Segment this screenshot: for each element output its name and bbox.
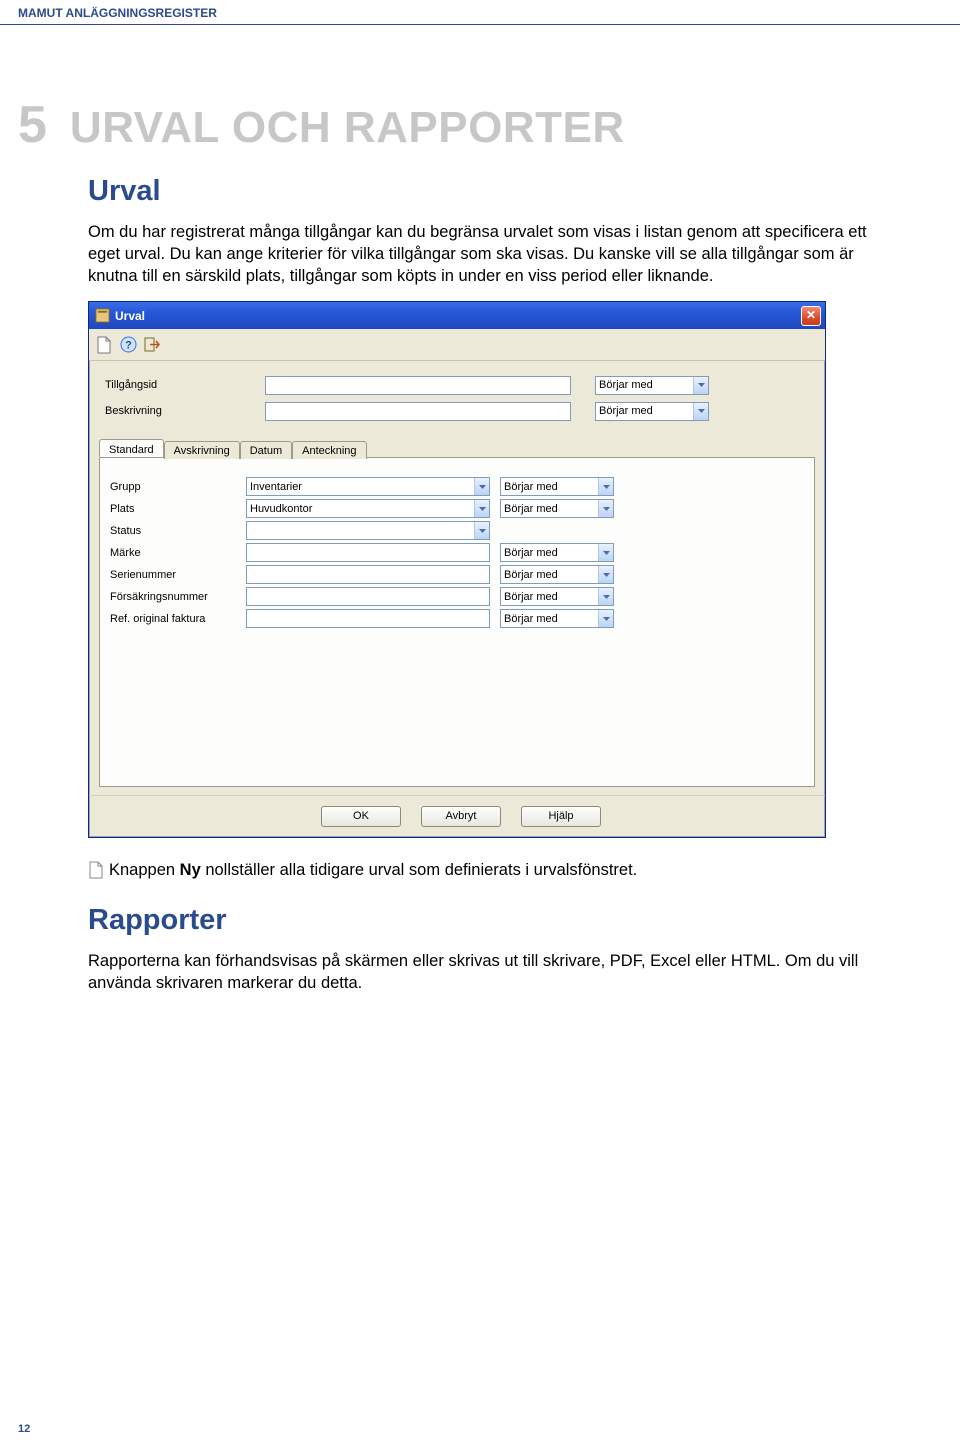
cancel-button[interactable]: Avbryt bbox=[421, 806, 501, 827]
value-combo[interactable] bbox=[246, 521, 490, 540]
field-label: Plats bbox=[110, 503, 246, 515]
rapporter-paragraph: Rapporterna kan förhandsvisas på skärmen… bbox=[88, 951, 868, 995]
label-tillgangsid: Tillgångsid bbox=[105, 379, 265, 391]
svg-text:?: ? bbox=[125, 340, 132, 352]
combo-text: Börjar med bbox=[501, 613, 598, 625]
field-label: Status bbox=[110, 525, 246, 537]
help-button[interactable]: Hjälp bbox=[521, 806, 601, 827]
page-number: 12 bbox=[18, 1423, 30, 1435]
tab-anteckning[interactable]: Anteckning bbox=[292, 441, 366, 459]
std-row: Försäkringsnummer Börjar med bbox=[110, 586, 804, 607]
value-input[interactable] bbox=[246, 565, 490, 584]
op-combo[interactable]: Börjar med bbox=[500, 587, 614, 606]
chevron-down-icon bbox=[474, 522, 489, 539]
input-tillgangsid[interactable] bbox=[265, 376, 571, 395]
exit-icon[interactable] bbox=[143, 336, 161, 354]
op-combo[interactable]: Börjar med bbox=[500, 609, 614, 628]
combo-text: Huvudkontor bbox=[247, 503, 474, 515]
label-beskrivning: Beskrivning bbox=[105, 405, 265, 417]
op-combo-tillgangsid[interactable]: Börjar med bbox=[595, 376, 709, 395]
ok-button[interactable]: OK bbox=[321, 806, 401, 827]
chapter-number: 5 bbox=[18, 95, 48, 155]
section-heading-rapporter: Rapporter bbox=[88, 904, 868, 937]
chevron-down-icon bbox=[474, 478, 489, 495]
chevron-down-icon bbox=[598, 588, 613, 605]
op-combo-beskrivning[interactable]: Börjar med bbox=[595, 402, 709, 421]
chevron-down-icon bbox=[474, 500, 489, 517]
note-pre: Knappen bbox=[109, 861, 180, 879]
note-bold: Ny bbox=[180, 861, 201, 879]
app-icon bbox=[95, 308, 110, 323]
op-combo[interactable]: Börjar med bbox=[500, 565, 614, 584]
field-label: Försäkringsnummer bbox=[110, 591, 246, 603]
value-input[interactable] bbox=[246, 609, 490, 628]
op-combo[interactable]: Börjar med bbox=[500, 477, 614, 496]
value-input[interactable] bbox=[246, 543, 490, 562]
combo-text: Börjar med bbox=[501, 547, 598, 559]
value-combo[interactable]: Huvudkontor bbox=[246, 499, 490, 518]
op-text: Börjar med bbox=[596, 405, 693, 417]
std-row: Status bbox=[110, 520, 804, 541]
field-label: Ref. original faktura bbox=[110, 613, 246, 625]
page-header: MAMUT ANLÄGGNINGSREGISTER bbox=[0, 0, 960, 25]
std-row: Märke Börjar med bbox=[110, 542, 804, 563]
input-beskrivning[interactable] bbox=[265, 402, 571, 421]
titlebar: Urval ✕ bbox=[89, 302, 825, 329]
urval-window: Urval ✕ ? Tillgångsid Börjar med bbox=[88, 301, 826, 838]
note-text: Knappen Ny nollställer alla tidigare urv… bbox=[109, 860, 637, 881]
tab-datum[interactable]: Datum bbox=[240, 441, 292, 459]
chevron-down-icon bbox=[693, 403, 708, 420]
help-icon[interactable]: ? bbox=[119, 336, 137, 354]
value-combo[interactable]: Inventarier bbox=[246, 477, 490, 496]
field-label: Grupp bbox=[110, 481, 246, 493]
tab-standard[interactable]: Standard bbox=[99, 439, 164, 457]
chevron-down-icon bbox=[598, 478, 613, 495]
new-icon[interactable] bbox=[95, 336, 113, 354]
window-title: Urval bbox=[115, 309, 801, 323]
combo-text: Inventarier bbox=[247, 481, 474, 493]
field-label: Serienummer bbox=[110, 569, 246, 581]
combo-text: Börjar med bbox=[501, 591, 598, 603]
new-doc-icon bbox=[88, 861, 105, 880]
op-combo[interactable]: Börjar med bbox=[500, 543, 614, 562]
value-input[interactable] bbox=[246, 587, 490, 606]
std-row: PlatsHuvudkontor Börjar med bbox=[110, 498, 804, 519]
field-label: Märke bbox=[110, 547, 246, 559]
chevron-down-icon bbox=[598, 544, 613, 561]
toolbar: ? bbox=[89, 329, 825, 361]
note-post: nollställer alla tidigare urval som defi… bbox=[201, 861, 638, 879]
urval-paragraph: Om du har registrerat många tillgångar k… bbox=[88, 222, 868, 287]
combo-text: Börjar med bbox=[501, 481, 598, 493]
std-row: Ref. original faktura Börjar med bbox=[110, 608, 804, 629]
combo-text: Börjar med bbox=[501, 503, 598, 515]
std-row: Serienummer Börjar med bbox=[110, 564, 804, 585]
tab-avskrivning[interactable]: Avskrivning bbox=[164, 441, 240, 459]
op-combo[interactable]: Börjar med bbox=[500, 499, 614, 518]
section-heading-urval: Urval bbox=[88, 175, 868, 208]
combo-text: Börjar med bbox=[501, 569, 598, 581]
std-row: GruppInventarier Börjar med bbox=[110, 476, 804, 497]
close-icon[interactable]: ✕ bbox=[801, 306, 821, 326]
chevron-down-icon bbox=[598, 610, 613, 627]
chevron-down-icon bbox=[598, 566, 613, 583]
chevron-down-icon bbox=[693, 377, 708, 394]
chevron-down-icon bbox=[598, 500, 613, 517]
standard-panel: GruppInventarierBörjar medPlatsHuvudkont… bbox=[99, 457, 815, 787]
chapter-title: URVAL OCH RAPPORTER bbox=[70, 103, 625, 153]
op-text: Börjar med bbox=[596, 379, 693, 391]
